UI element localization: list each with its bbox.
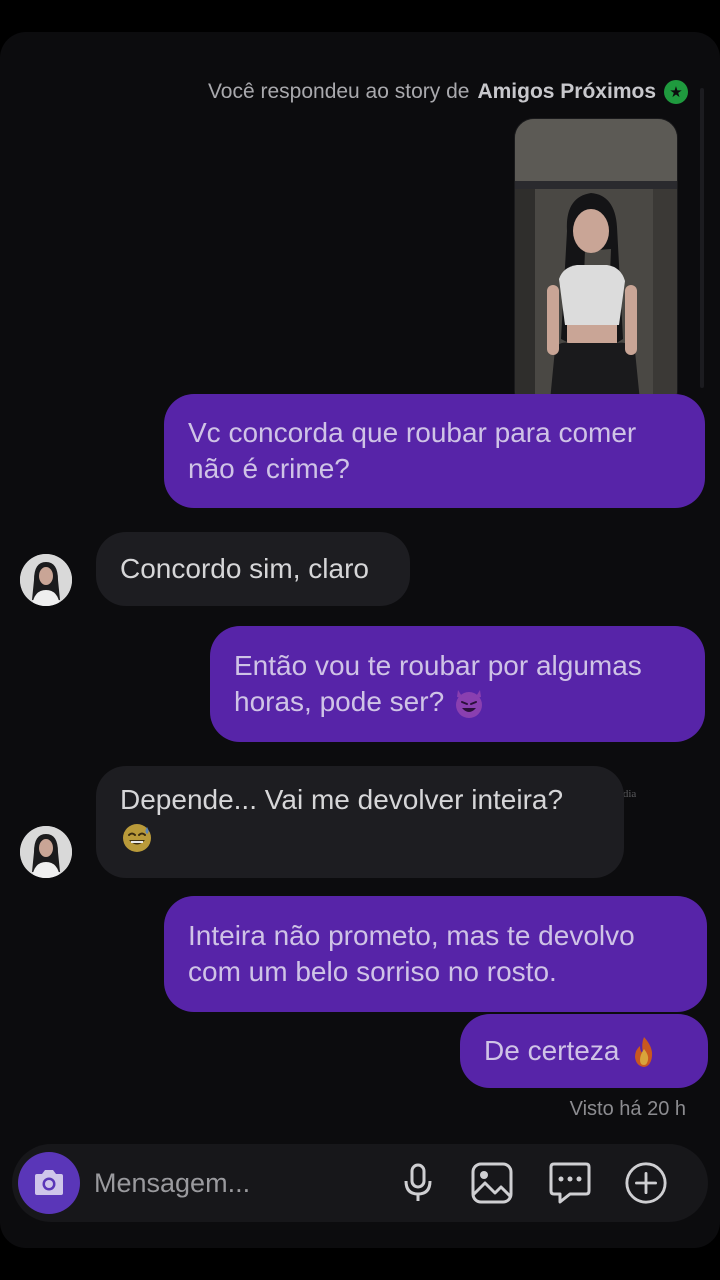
contact-avatar[interactable]: [20, 826, 72, 878]
camera-button[interactable]: [18, 1152, 80, 1214]
sent-message[interactable]: Inteira não prometo, mas te devolvo com …: [164, 896, 707, 1012]
message-text-with-emoji: Depende... Vai me devolver inteira?: [120, 782, 563, 855]
gallery-button[interactable]: [470, 1161, 514, 1205]
scrollbar[interactable]: [700, 88, 704, 388]
camera-icon: [35, 1170, 63, 1195]
message-text: Então vou te roubar por algumas horas, p…: [234, 649, 642, 717]
smiling-devil-icon: [455, 690, 482, 719]
more-button[interactable]: [624, 1161, 668, 1205]
seen-status: Visto há 20 h: [569, 1098, 686, 1120]
story-photo: [515, 119, 677, 409]
microphone-icon: [404, 1163, 432, 1201]
message-input[interactable]: [94, 1163, 384, 1203]
sent-message[interactable]: Então vou te roubar por algumas horas, p…: [210, 626, 705, 742]
close-friends-star-icon: ★: [664, 80, 688, 104]
story-thumbnail[interactable]: [514, 118, 678, 410]
gallery-icon: [471, 1162, 513, 1204]
avatar-photo: [20, 826, 72, 878]
sent-message[interactable]: Vc concorda que roubar para comer não é …: [164, 394, 705, 508]
sticker-button[interactable]: [548, 1161, 592, 1205]
chat-screen: Você respondeu ao story de Amigos Próxim…: [0, 32, 720, 1248]
sent-message[interactable]: De certeza: [460, 1014, 708, 1088]
message-text: Concordo sim, claro: [120, 553, 369, 584]
plus-icon: [625, 1162, 667, 1204]
close-friends-label: Amigos Próximos: [477, 80, 656, 103]
received-message[interactable]: Concordo sim, claro: [96, 532, 410, 606]
message-text: De certeza: [484, 1034, 620, 1066]
contact-avatar[interactable]: [20, 554, 72, 606]
avatar-photo: [20, 554, 72, 606]
message-text: Inteira não prometo, mas te devolvo com …: [188, 920, 635, 987]
fire-icon: [635, 1037, 653, 1068]
message-text-with-emoji: Então vou te roubar por algumas horas, p…: [234, 648, 681, 721]
received-message[interactable]: Depende... Vai me devolver inteira?: [96, 766, 624, 878]
message-text: Vc concorda que roubar para comer não é …: [188, 417, 637, 484]
story-reply-text: Você respondeu ao story de: [207, 80, 470, 103]
message-composer: [12, 1144, 708, 1222]
message-text: Depende... Vai me devolver inteira?: [120, 784, 564, 815]
message-text-with-emoji: De certeza: [484, 1033, 661, 1070]
story-reply-header: Você respondeu ao story de Amigos Próxim…: [208, 80, 688, 104]
sweat-smile-icon: [123, 823, 151, 852]
microphone-button[interactable]: [396, 1161, 440, 1205]
sticker-icon: [549, 1162, 591, 1204]
